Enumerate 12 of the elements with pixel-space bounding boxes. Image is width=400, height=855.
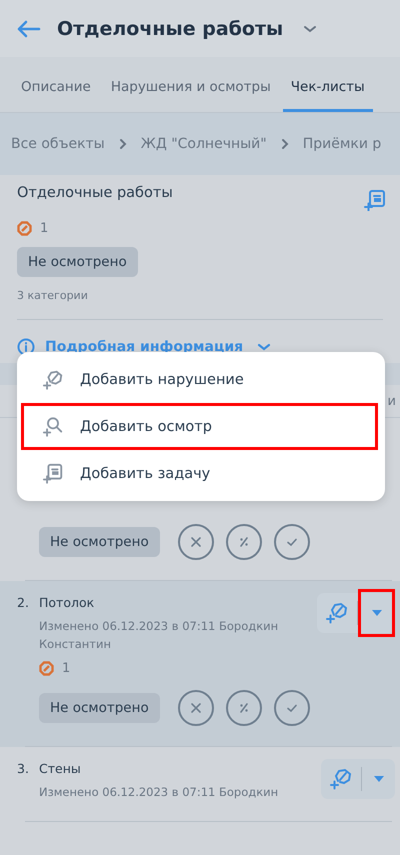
violation-count: 1 (62, 661, 70, 676)
item-number: 2. (17, 595, 30, 612)
item-number: 3. (17, 761, 30, 778)
item-title: Стены (39, 761, 82, 776)
column-label: и (388, 394, 396, 408)
item-title: Потолок (39, 595, 96, 610)
modified-info: Изменено 06.12.2023 в 07:11 Бородкин Константин (39, 618, 280, 653)
modified-info: Изменено 06.12.2023 в 07:11 Бородкин (39, 784, 280, 801)
violation-count: 1 (40, 221, 48, 236)
page-title: Отделочные работы (57, 18, 284, 40)
checklist-title: Отделочные работы (17, 185, 173, 201)
category-count: 3 категории (17, 289, 383, 320)
